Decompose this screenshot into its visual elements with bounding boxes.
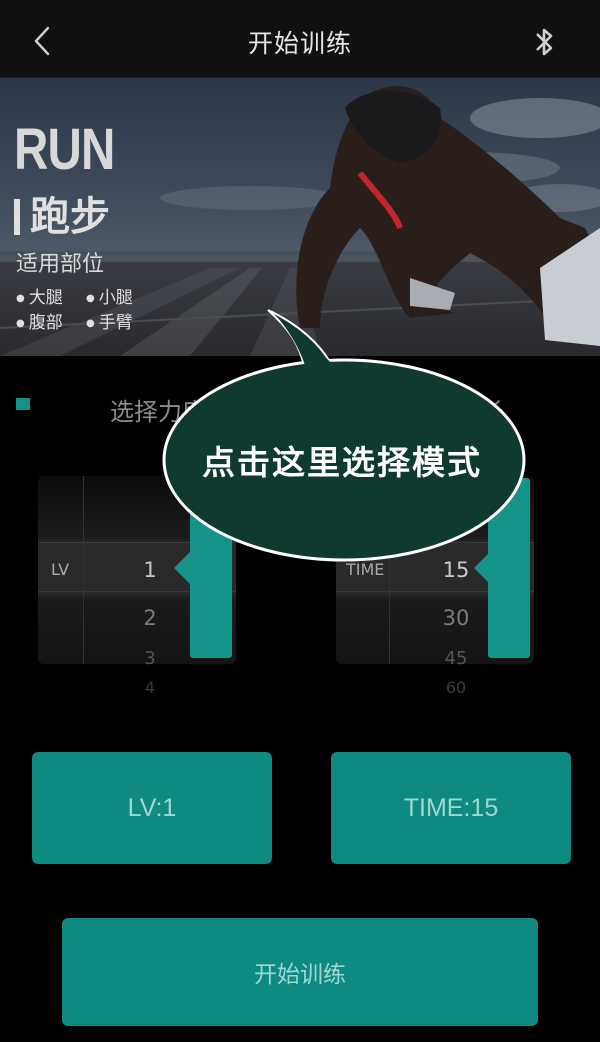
intensity-label: 选择力度 [110,398,206,426]
body-part-item: 手臂 [86,308,133,333]
page-title: 开始训练 [247,29,352,58]
body-part-item: 腹部 [16,308,63,333]
intensity-picker[interactable]: LV 1 2 [38,476,236,664]
picker-value: 60 [445,678,467,697]
body-parts-heading: 适用部位 [16,252,105,277]
duration-slider-handle[interactable] [488,478,530,658]
bluetooth-icon [536,28,553,56]
duration-picker[interactable]: TIME 15 30 [336,476,534,664]
picker-unit-label: LV [51,560,70,579]
hero-title: RUN [14,117,115,182]
picker-unit-label: TIME [346,560,385,579]
hero-subtitle: 跑步 [14,184,110,242]
picker-value[interactable]: 30 [426,606,486,630]
picker-value[interactable]: 2 [120,606,180,630]
picker-pointer-icon [174,552,190,584]
bluetooth-button[interactable] [530,22,560,62]
top-bar: 开始训练 [0,0,600,78]
start-training-button[interactable]: 开始训练 [62,918,538,1026]
hero-banner: RUN 跑步 适用部位 大腿 小腿 腹部 手臂 [0,78,600,356]
picker-value: 4 [144,678,156,697]
title-bar-mark [14,199,20,235]
duration-label: 选择时长 [408,398,504,426]
intensity-marker [16,398,30,410]
body-part-item: 小腿 [86,283,133,308]
time-value-button[interactable]: TIME:15 [331,752,571,864]
body-part-item: 大腿 [16,283,63,308]
hero-subtitle-text: 跑步 [30,194,110,240]
picker-value: 3 [144,648,156,669]
hint-text: 点击这里选择模式 [202,443,482,482]
intensity-slider-handle[interactable] [190,478,232,658]
level-value-button[interactable]: LV:1 [32,752,272,864]
picker-selected-value[interactable]: 1 [120,558,180,582]
picker-value: 45 [444,648,468,669]
duration-marker [332,398,346,410]
